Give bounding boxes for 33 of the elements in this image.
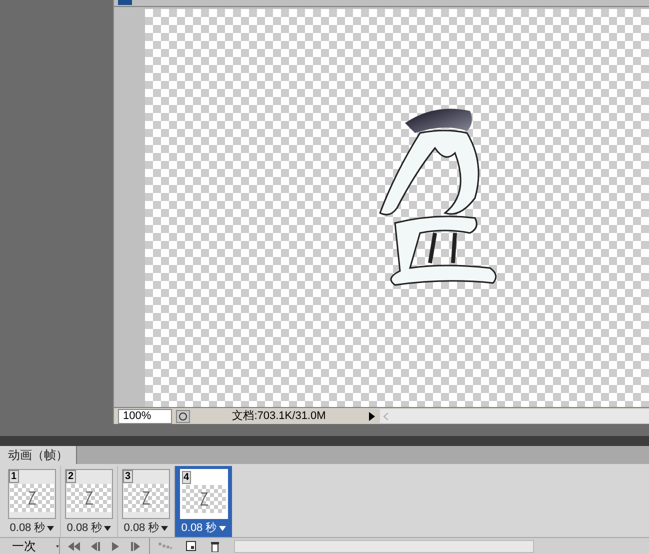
frame-number: 2 [66,470,76,483]
frame-thumbnail [10,484,54,512]
frame-delay[interactable]: 0.08 秒 [181,521,217,535]
delay-dropdown-icon[interactable] [218,526,226,530]
panel-scrollbar[interactable] [234,540,534,552]
first-frame-icon[interactable] [68,542,80,550]
document-icon [118,0,132,5]
frame-thumbnail [67,484,111,512]
status-menu-icon[interactable] [176,410,190,422]
horizontal-scrollbar[interactable] [380,409,649,423]
document-size-info: 文档:703.1K/31.0M [231,408,327,424]
frame-delay[interactable]: 0.08 秒 [10,521,46,535]
frame-thumbnail [182,485,226,513]
next-frame-icon[interactable] [130,542,141,550]
new-frame-icon[interactable] [186,541,196,551]
frame-number: 1 [9,470,19,483]
zoom-level[interactable]: 100% [118,408,172,424]
delay-dropdown-icon[interactable] [161,526,168,530]
play-icon[interactable] [111,542,120,550]
trash-icon[interactable] [210,540,220,552]
frame-delay[interactable]: 0.08 秒 [66,521,102,535]
delay-dropdown-icon[interactable] [47,526,54,530]
previous-frame-icon[interactable] [90,542,101,550]
frame-number: 3 [123,470,133,483]
animation-frame[interactable]: 4 0.08 秒 [175,466,232,537]
frame-number: 4 [182,471,192,484]
play-arrow-icon[interactable] [368,412,376,420]
frame-delay[interactable]: 0.08 秒 [124,521,160,535]
delay-dropdown-icon[interactable] [104,526,112,530]
loop-option[interactable]: 一次 [12,537,36,554]
frame-thumbnail [124,484,168,512]
loop-dropdown-icon[interactable] [56,544,59,548]
animation-tab[interactable]: 动画（帧） [0,446,77,464]
